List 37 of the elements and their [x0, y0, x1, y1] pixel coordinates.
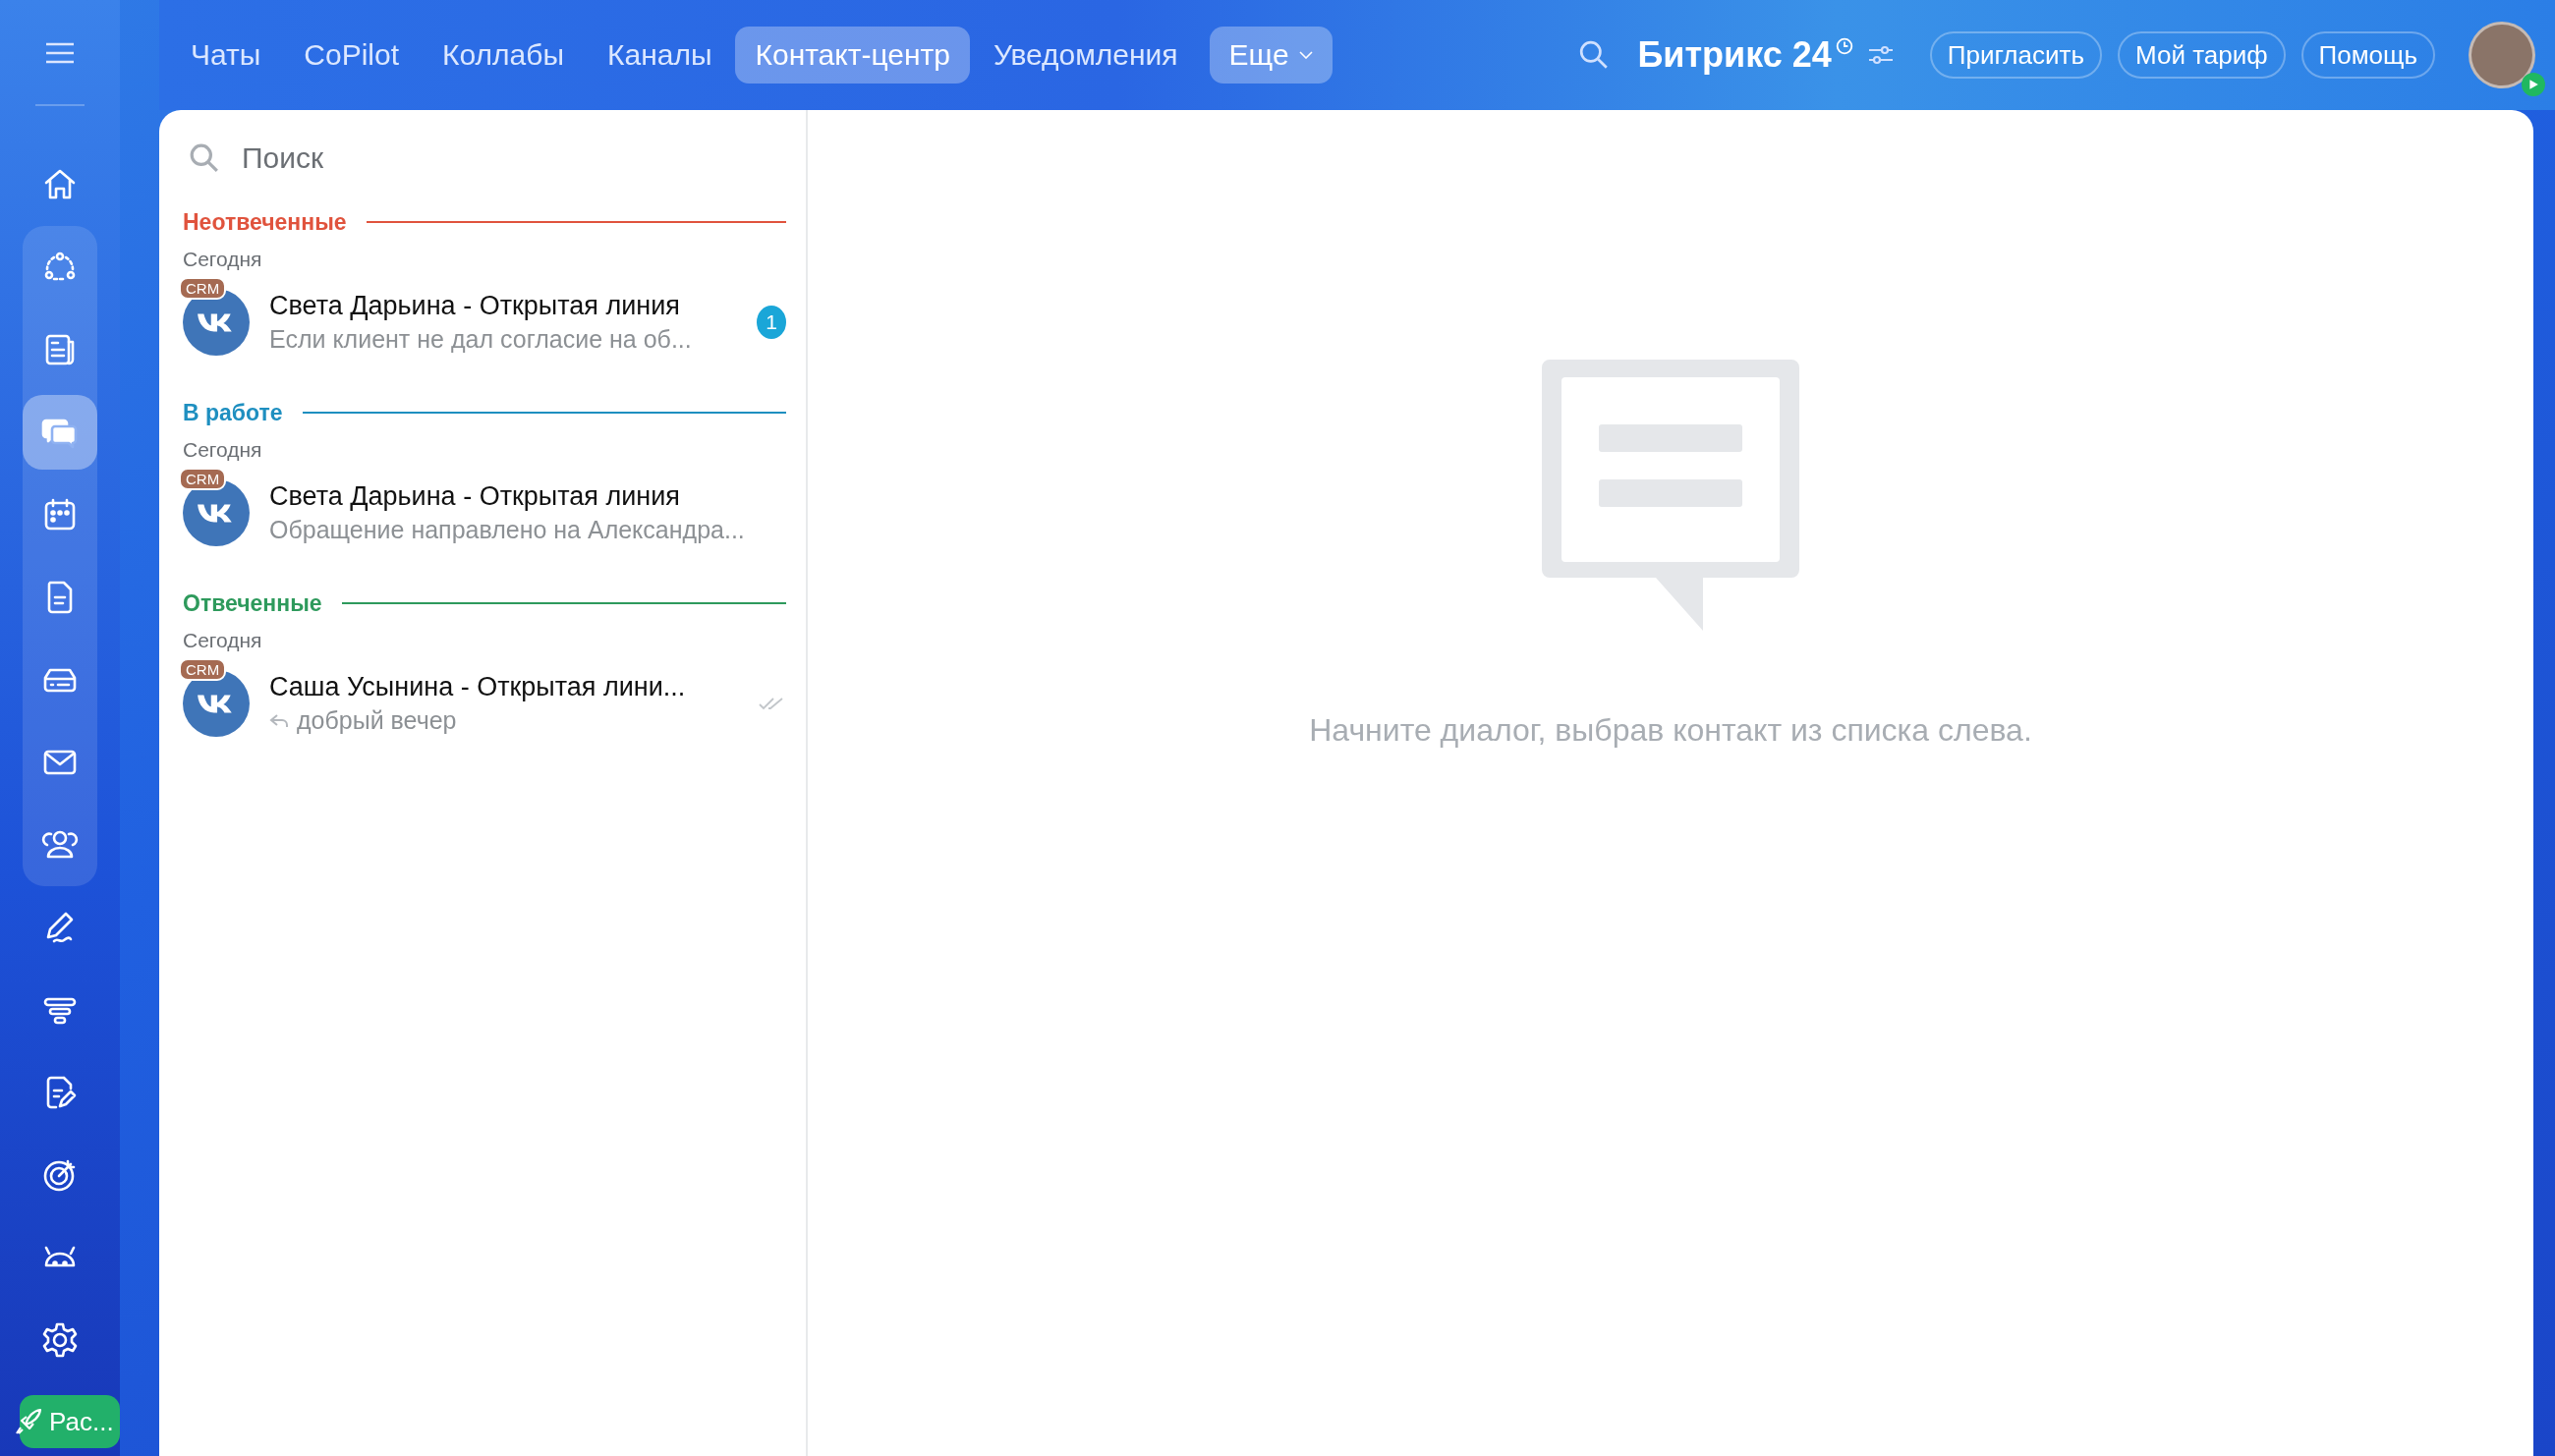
play-icon	[2522, 73, 2545, 96]
section-title: Неотвеченные	[183, 208, 347, 236]
search-icon	[189, 142, 220, 174]
sliders-icon[interactable]	[1866, 43, 1895, 67]
chat-preview: Обращение направлено на Александра...	[269, 516, 745, 544]
section-title: В работе	[183, 399, 283, 426]
nav-tab[interactable]: Коллабы	[423, 27, 584, 84]
rocket-icon	[14, 1407, 43, 1436]
menu-icon[interactable]	[44, 41, 76, 65]
chat-name: Саша Усынина - Открытая лини...	[269, 672, 687, 702]
nav-tab[interactable]: Каналы	[588, 27, 732, 84]
nav-tab[interactable]: Еще	[1209, 27, 1333, 84]
caret-icon	[1298, 51, 1313, 59]
brand-logo[interactable]: Битрикс 24	[1637, 34, 1832, 76]
nav-tab[interactable]: Контакт-центр	[735, 27, 970, 84]
chat-preview: Если клиент не дал согласие на об...	[269, 325, 692, 354]
crm-badge: CRM	[179, 658, 227, 681]
chat-name: Света Дарьина - Открытая линия	[269, 291, 681, 321]
nav-tab[interactable]: Уведомления	[974, 27, 1198, 84]
crm-badge: CRM	[179, 468, 227, 490]
crm-badge: CRM	[179, 277, 227, 300]
nav-tab[interactable]: CoPilot	[284, 27, 420, 84]
unread-counter: 1	[757, 306, 786, 339]
search-field[interactable]: Поиск	[240, 140, 786, 176]
clock-icon	[1835, 37, 1853, 55]
chat-name: Света Дарьина - Открытая линия	[269, 481, 681, 512]
header-button[interactable]: Пригласить	[1929, 31, 2102, 79]
settings-icon	[40, 1320, 80, 1360]
date-label: Сегодня	[183, 438, 263, 462]
header-button[interactable]: Мой тариф	[2117, 31, 2286, 79]
date-label: Сегодня	[183, 629, 263, 652]
section-title: Отвеченные	[183, 589, 322, 617]
chat-preview: добрый вечер	[297, 706, 457, 735]
nav-tab[interactable]: Чаты	[171, 27, 281, 84]
empty-state-message: Начните диалог, выбрав контакт из списка слева.	[1309, 712, 2032, 749]
header-button[interactable]: Помощь	[2300, 31, 2435, 79]
date-label: Сегодня	[183, 248, 263, 271]
